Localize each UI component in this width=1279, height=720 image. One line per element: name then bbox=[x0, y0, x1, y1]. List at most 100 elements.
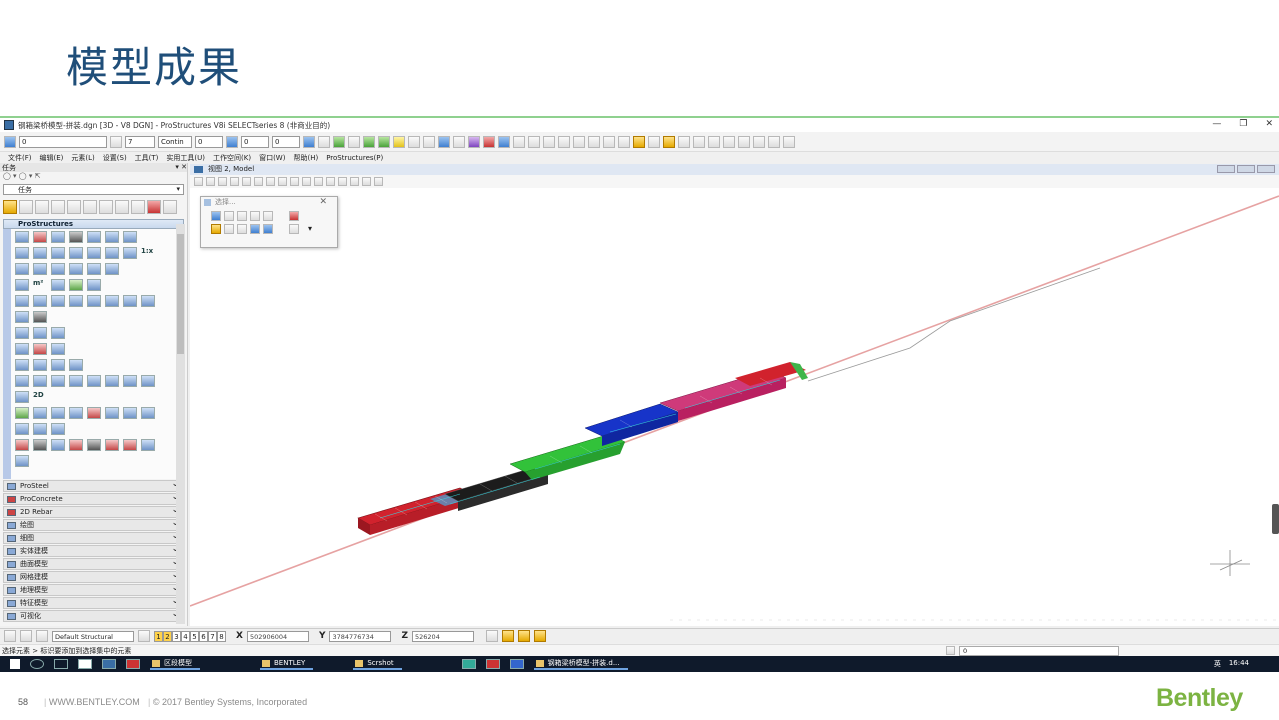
task-navigation[interactable]: ◯ ▾ ◯ ▾ ⇱ bbox=[0, 172, 187, 183]
structure-icon[interactable] bbox=[468, 135, 480, 148]
select-filter-icon[interactable] bbox=[289, 211, 299, 221]
select-element-icon[interactable] bbox=[3, 200, 17, 214]
ps-tool-icon[interactable] bbox=[33, 231, 47, 243]
ps-tool-icon[interactable] bbox=[69, 375, 83, 387]
tool-rotate-icon[interactable] bbox=[348, 135, 360, 148]
windows-start-icon[interactable] bbox=[10, 659, 20, 669]
ps-tool-icon[interactable] bbox=[69, 279, 83, 291]
view-next-icon[interactable] bbox=[326, 177, 335, 186]
ps-tool-icon[interactable] bbox=[15, 423, 29, 435]
view-cube-icon[interactable] bbox=[618, 135, 630, 148]
view-button[interactable]: 1 bbox=[154, 630, 163, 642]
select-block-icon[interactable] bbox=[224, 211, 234, 221]
task-panel-scrollbar[interactable] bbox=[176, 224, 185, 624]
groups-icon[interactable] bbox=[163, 200, 177, 214]
task-view-icon[interactable] bbox=[54, 659, 68, 669]
tool-array-icon[interactable] bbox=[378, 135, 390, 148]
tool-snap-icon[interactable] bbox=[423, 135, 435, 148]
color-icon[interactable] bbox=[226, 135, 238, 148]
ps-tool-icon[interactable] bbox=[51, 375, 65, 387]
ps-tool-icon[interactable] bbox=[87, 247, 101, 259]
minimize-button[interactable]: — bbox=[1212, 119, 1221, 129]
view-minimize-button[interactable] bbox=[1217, 165, 1235, 173]
update-view-icon[interactable] bbox=[230, 177, 239, 186]
view-right-icon[interactable] bbox=[543, 135, 555, 148]
view-top-icon[interactable] bbox=[513, 135, 525, 148]
tray-lang[interactable]: 英 bbox=[1214, 659, 1221, 669]
ps-tool-icon[interactable] bbox=[33, 407, 47, 419]
menu-settings[interactable]: 设置(S) bbox=[103, 153, 127, 163]
snap-center-icon[interactable] bbox=[693, 135, 705, 148]
tool-place-icon[interactable] bbox=[303, 135, 315, 148]
level-display[interactable]: 0 bbox=[959, 646, 1119, 656]
chevron-down-icon[interactable]: ▾ bbox=[308, 224, 312, 234]
taskbar-item[interactable]: 区段模型 bbox=[150, 658, 200, 670]
task-panel-pin-close[interactable]: ▾ ✕ bbox=[175, 163, 187, 172]
edge-icon[interactable] bbox=[102, 659, 116, 669]
lock-icon[interactable] bbox=[946, 646, 955, 655]
ps-tool-icon[interactable] bbox=[33, 359, 47, 371]
category-mesh-modeling[interactable]: 网格建模 bbox=[3, 570, 184, 583]
ps-tool-icon[interactable] bbox=[105, 247, 119, 259]
view-back-icon[interactable] bbox=[588, 135, 600, 148]
ps-tool-icon[interactable] bbox=[51, 263, 65, 275]
category-proconcrete[interactable]: ProConcrete bbox=[3, 492, 184, 505]
ps-tool-icon[interactable] bbox=[51, 343, 65, 355]
category-solid-modeling[interactable]: 实体建模 bbox=[3, 544, 184, 557]
category-visualization[interactable]: 可视化 bbox=[3, 609, 184, 622]
ps-tool-icon[interactable] bbox=[15, 359, 29, 371]
walk-icon[interactable] bbox=[362, 177, 371, 186]
ps-tool-icon[interactable] bbox=[51, 327, 65, 339]
fence-icon[interactable] bbox=[19, 200, 33, 214]
ps-tool-icon[interactable] bbox=[69, 247, 83, 259]
category-geo-modeling[interactable]: 地理模型 bbox=[3, 583, 184, 596]
ps-tool-icon[interactable] bbox=[69, 231, 83, 243]
menu-prostructures[interactable]: ProStructures(P) bbox=[326, 154, 383, 162]
weight-combo[interactable]: 7 bbox=[125, 135, 155, 148]
dialog-close-button[interactable]: ✕ bbox=[319, 197, 327, 208]
category-feature-modeling[interactable]: 特征模型 bbox=[3, 596, 184, 609]
select-individual-icon[interactable] bbox=[211, 211, 221, 221]
x-coordinate-field[interactable]: 502906004 bbox=[246, 630, 309, 642]
zoom-in-icon[interactable] bbox=[242, 177, 251, 186]
zoom-out-icon[interactable] bbox=[254, 177, 263, 186]
category-2d-rebar[interactable]: 2D Rebar bbox=[3, 505, 184, 518]
menu-edit[interactable]: 编辑(E) bbox=[40, 153, 64, 163]
select-all-icon[interactable] bbox=[263, 224, 273, 234]
ps-tool-icon[interactable] bbox=[15, 231, 29, 243]
view-button[interactable]: 3 bbox=[172, 630, 181, 642]
category-drawing[interactable]: 绘图 bbox=[3, 518, 184, 531]
view-button[interactable]: 7 bbox=[208, 630, 217, 642]
ps-tool-icon[interactable] bbox=[51, 423, 65, 435]
tool-copy-icon[interactable] bbox=[318, 135, 330, 148]
snap-mid-icon[interactable] bbox=[678, 135, 690, 148]
delete-element-icon[interactable] bbox=[147, 200, 161, 214]
ps-tool-icon[interactable] bbox=[105, 295, 119, 307]
ps-tool-icon[interactable] bbox=[141, 439, 155, 451]
ps-tool-icon[interactable] bbox=[51, 407, 65, 419]
ps-tool-icon[interactable] bbox=[15, 375, 29, 387]
refresh-icon[interactable] bbox=[498, 135, 510, 148]
view-attributes-icon[interactable] bbox=[194, 177, 203, 186]
snap-parallel-icon[interactable] bbox=[768, 135, 780, 148]
snap-settings-icon[interactable] bbox=[783, 135, 795, 148]
close-button[interactable]: ✕ bbox=[1265, 119, 1273, 129]
ps-tool-icon[interactable] bbox=[15, 343, 29, 355]
transparency-combo[interactable]: 0 bbox=[272, 135, 300, 148]
ps-tool-icon[interactable] bbox=[141, 375, 155, 387]
dimension-icon[interactable] bbox=[99, 200, 113, 214]
view-left-icon[interactable] bbox=[603, 135, 615, 148]
ps-tool-icon[interactable] bbox=[141, 295, 155, 307]
menu-window[interactable]: 窗口(W) bbox=[259, 153, 285, 163]
ps-tool-icon[interactable] bbox=[33, 423, 47, 435]
ps-tool-icon[interactable] bbox=[87, 375, 101, 387]
ps-tool-icon[interactable] bbox=[33, 247, 47, 259]
ps-tool-icon[interactable] bbox=[69, 359, 83, 371]
ps-tool-icon[interactable] bbox=[33, 375, 47, 387]
ps-tool-icon[interactable] bbox=[105, 231, 119, 243]
ps-tool-icon[interactable] bbox=[123, 375, 137, 387]
ps-tool-icon[interactable] bbox=[105, 263, 119, 275]
forward-icon[interactable] bbox=[20, 630, 32, 642]
view-maximize-button[interactable] bbox=[1237, 165, 1255, 173]
ps-tool-icon[interactable] bbox=[15, 295, 29, 307]
